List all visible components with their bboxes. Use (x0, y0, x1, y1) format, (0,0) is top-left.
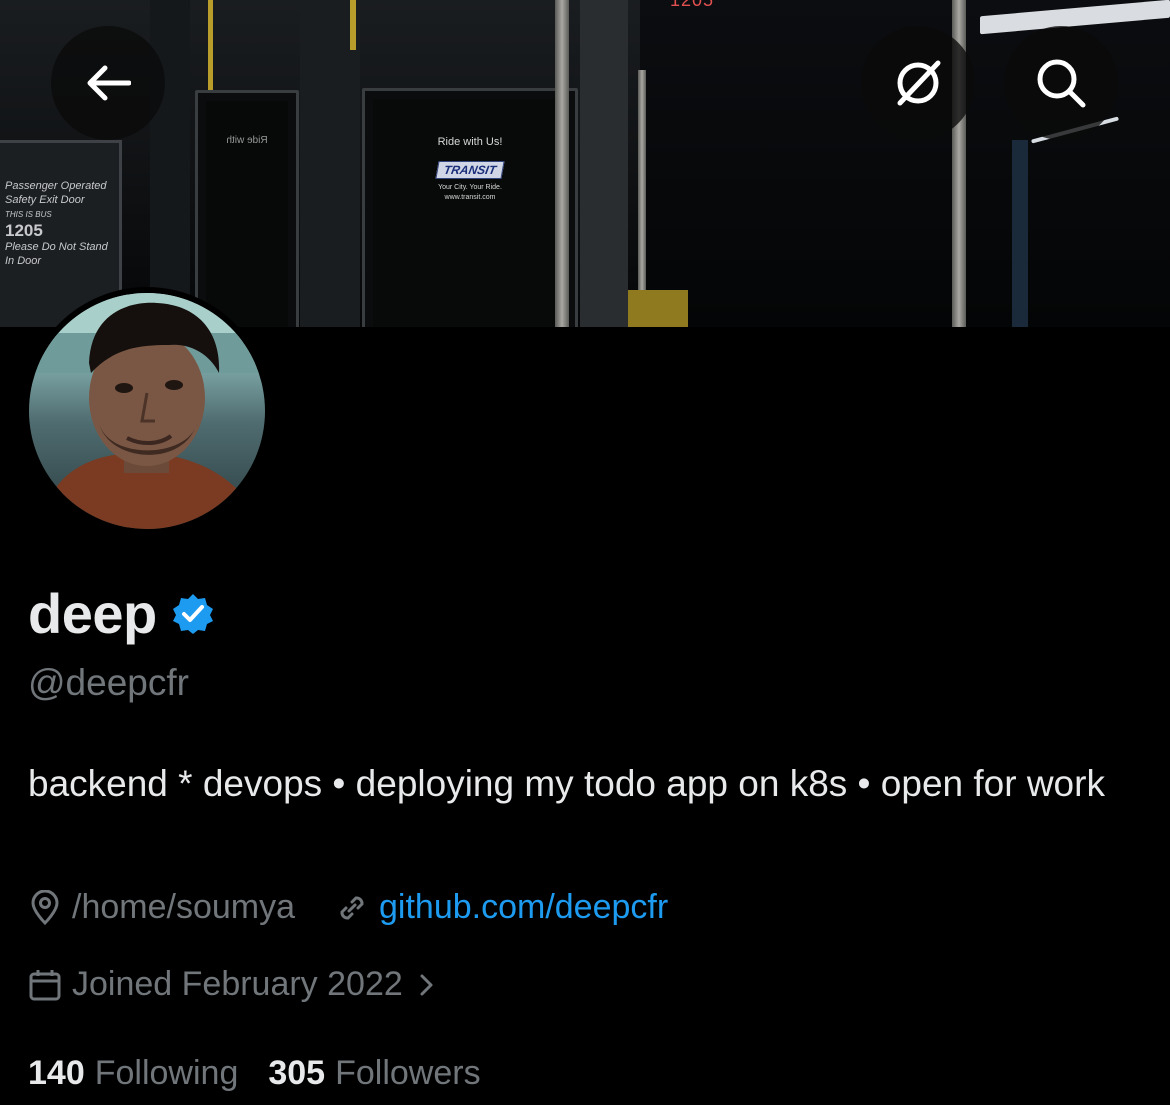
transit-logo: TRANSIT (435, 161, 505, 179)
profile-meta-row: /home/soumya github.com/deepcfr (28, 888, 668, 927)
grok-button[interactable] (861, 26, 975, 140)
joined-item[interactable]: Joined February 2022 (28, 965, 449, 1004)
joined-text: Joined February 2022 (72, 965, 403, 1003)
grok-icon (897, 60, 941, 106)
following-count: 140 (28, 1054, 85, 1092)
sign-line: In Door (5, 255, 42, 267)
mirror-sign-text: Ride with (226, 135, 268, 146)
avatar[interactable] (23, 287, 271, 535)
rear-door: Ride with (195, 90, 299, 327)
profile-banner[interactable]: 1205 Passenger Operated Safety Exit Door… (0, 0, 1170, 327)
bus-number-display: 1205 (670, 0, 715, 10)
arrow-left-icon (87, 65, 131, 101)
sign-line: Passenger Operated (5, 180, 107, 192)
door-sign-tagline: Your City. Your Ride. (438, 184, 502, 191)
follow-counts: 140 Following 305 Followers (28, 1054, 511, 1093)
avatar-face-illustration (29, 293, 265, 529)
followers-link[interactable]: 305 Followers (268, 1054, 480, 1093)
display-name: deep (28, 582, 157, 645)
following-link[interactable]: 140 Following (28, 1054, 238, 1093)
profile-name-row: deep (28, 582, 215, 646)
yellow-handrail (350, 0, 356, 50)
joined-row[interactable]: Joined February 2022 (28, 965, 449, 1004)
silver-pole (555, 0, 569, 327)
front-door: Ride with Us! TRANSIT Your City. Your Ri… (362, 88, 578, 327)
sign-line: THIS IS BUS (5, 210, 52, 219)
following-label: Following (94, 1054, 239, 1092)
location-text: /home/soumya (72, 888, 295, 926)
chevron-right-icon (420, 974, 433, 995)
location-pin-icon (31, 889, 59, 925)
bus-wall (150, 0, 190, 327)
search-button[interactable] (1004, 26, 1118, 140)
website-item[interactable]: github.com/deepcfr (335, 888, 668, 927)
sign-number: 1205 (5, 221, 43, 240)
bus-panel (1012, 140, 1028, 327)
calendar-icon (29, 969, 61, 1000)
door-sign-title: Ride with Us! (437, 136, 503, 148)
location-item: /home/soumya (28, 888, 295, 927)
link-icon (340, 896, 364, 919)
profile-bio: backend * devops • deploying my todo app… (28, 763, 1105, 804)
silver-pole (638, 70, 646, 327)
followers-count: 305 (268, 1054, 326, 1092)
sign-line: Safety Exit Door (5, 194, 85, 206)
search-icon (1037, 59, 1086, 108)
bus-panel (580, 0, 628, 327)
back-button[interactable] (51, 26, 165, 140)
avatar-photo (29, 293, 265, 529)
verified-badge-icon[interactable] (171, 592, 215, 636)
sign-line: Please Do Not Stand (5, 241, 108, 253)
user-handle: @deepcfr (28, 662, 189, 703)
yellow-step (628, 290, 688, 327)
followers-label: Followers (335, 1054, 481, 1092)
door-sign-url: www.transit.com (444, 194, 496, 201)
website-link[interactable]: github.com/deepcfr (379, 888, 668, 927)
